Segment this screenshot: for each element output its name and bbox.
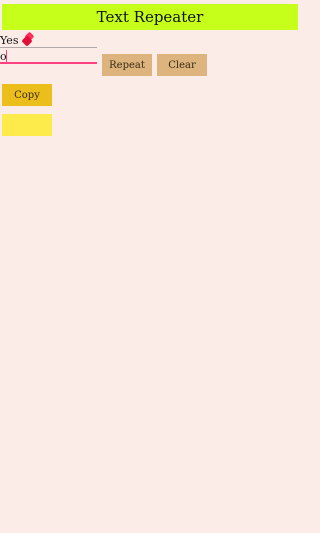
copy-button[interactable]: Copy	[2, 84, 52, 106]
repeat-count-input[interactable]: o	[0, 48, 97, 64]
repeat-count-underline	[0, 62, 97, 64]
repeat-button[interactable]: Repeat	[102, 54, 152, 76]
clear-button[interactable]: Clear	[157, 54, 207, 76]
app-screen: Text Repeater Yes o Repeat Clear Copy	[0, 0, 300, 533]
app-bar: Text Repeater	[2, 4, 298, 30]
text-input-field[interactable]: Yes	[0, 31, 97, 48]
heart-emoji-icon	[21, 31, 35, 47]
output-text	[2, 114, 52, 136]
text-input-value: Yes	[0, 31, 35, 47]
app-title: Text Repeater	[96, 8, 204, 26]
